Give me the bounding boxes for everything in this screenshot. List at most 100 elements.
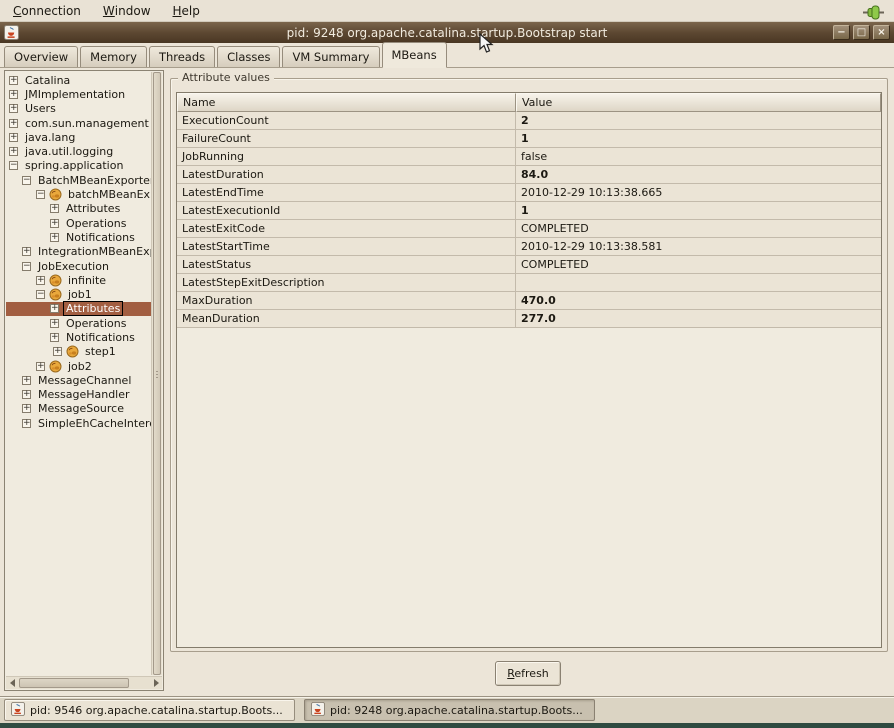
tree-item-label: com.sun.management xyxy=(22,116,151,131)
tree-item-simpleehcacheinterceptor[interactable]: +SimpleEhCacheInterceptor xyxy=(6,416,151,430)
tree-item-messagehandler[interactable]: +MessageHandler xyxy=(6,388,151,402)
table-row: LatestStatusCOMPLETED xyxy=(177,256,881,274)
tab-overview[interactable]: Overview xyxy=(4,46,78,67)
tree-vertical-scrollbar[interactable] xyxy=(151,72,162,675)
attribute-name-cell: LatestStartTime xyxy=(177,238,516,255)
expand-toggle-icon[interactable]: + xyxy=(50,304,59,313)
tree-item-job2[interactable]: +job2 xyxy=(6,359,151,373)
tree-item-users[interactable]: +Users xyxy=(6,102,151,116)
menu-item-window[interactable]: Window xyxy=(92,0,162,21)
attribute-name-cell: LatestDuration xyxy=(177,166,516,183)
vertical-scrollbar-thumb[interactable] xyxy=(153,72,161,675)
close-icon[interactable]: × xyxy=(873,25,890,40)
taskbar-button[interactable]: pid: 9546 org.apache.catalina.startup.Bo… xyxy=(4,699,295,721)
tree-item-integrationmbeanexporter[interactable]: +IntegrationMBeanExporter xyxy=(6,245,151,259)
attribute-values-group: Attribute values Name Value ExecutionCou… xyxy=(170,78,888,652)
collapse-toggle-icon[interactable]: − xyxy=(22,262,31,271)
mbean-icon xyxy=(49,360,62,373)
attribute-value-cell[interactable]: 2 xyxy=(516,112,881,129)
tab-vm-summary[interactable]: VM Summary xyxy=(282,46,379,67)
tree-item-attributes[interactable]: +Attributes xyxy=(6,202,151,216)
tree-item-catalina[interactable]: +Catalina xyxy=(6,73,151,87)
scroll-left-arrow-icon[interactable] xyxy=(6,678,18,688)
horizontal-scrollbar-thumb[interactable] xyxy=(19,678,129,688)
attribute-value-cell[interactable]: 1 xyxy=(516,130,881,147)
attribute-value-cell[interactable]: 277.0 xyxy=(516,310,881,327)
expand-toggle-icon[interactable]: + xyxy=(9,104,18,113)
attribute-value-cell[interactable]: false xyxy=(516,148,881,165)
minimize-icon[interactable]: − xyxy=(833,25,850,40)
tree-item-spring-application[interactable]: −spring.application xyxy=(6,159,151,173)
attribute-value-cell[interactable]: 84.0 xyxy=(516,166,881,183)
expand-toggle-icon[interactable]: + xyxy=(50,319,59,328)
collapse-toggle-icon[interactable]: − xyxy=(9,161,18,170)
collapse-toggle-icon[interactable]: − xyxy=(36,190,45,199)
attribute-value-cell[interactable]: 1 xyxy=(516,202,881,219)
column-header-name[interactable]: Name xyxy=(177,93,516,112)
expand-toggle-icon[interactable]: + xyxy=(9,90,18,99)
menu-item-help[interactable]: Help xyxy=(162,0,211,21)
attribute-value-cell[interactable]: 2010-12-29 10:13:38.665 xyxy=(516,184,881,201)
tree-item-jmimplementation[interactable]: +JMImplementation xyxy=(6,87,151,101)
expand-toggle-icon[interactable]: + xyxy=(9,147,18,156)
tree-item-messagechannel[interactable]: + MessageChannel xyxy=(6,373,151,387)
tab-threads[interactable]: Threads xyxy=(149,46,215,67)
tree-item-com-sun-management[interactable]: + com.sun.management xyxy=(6,116,151,130)
tree-item-operations[interactable]: +Operations xyxy=(6,216,151,230)
taskbar-button[interactable]: pid: 9248 org.apache.catalina.startup.Bo… xyxy=(304,699,595,721)
attribute-value-cell[interactable]: 470.0 xyxy=(516,292,881,309)
attribute-name-cell: MeanDuration xyxy=(177,310,516,327)
refresh-button[interactable]: Refresh xyxy=(495,661,561,686)
tree-item-java-lang[interactable]: +java.lang xyxy=(6,130,151,144)
expand-toggle-icon[interactable]: + xyxy=(50,233,59,242)
tree-item-label: MessageChannel xyxy=(35,373,134,388)
tree-item-messagesource[interactable]: +MessageSource xyxy=(6,402,151,416)
tab-memory[interactable]: Memory xyxy=(80,46,147,67)
expand-toggle-icon[interactable]: + xyxy=(50,333,59,342)
tree-item-attributes[interactable]: + Attributes xyxy=(6,302,151,316)
tree-item-label: java.util.logging xyxy=(22,144,116,159)
tree-item-label: Notifications xyxy=(63,230,138,245)
tree-item-step1[interactable]: +step1 xyxy=(6,345,151,359)
attribute-name-cell: FailureCount xyxy=(177,130,516,147)
tree-item-label: Attributes xyxy=(63,301,123,316)
expand-toggle-icon[interactable]: + xyxy=(36,276,45,285)
tree-item-jobexecution[interactable]: −JobExecution xyxy=(6,259,151,273)
menu-item-connection[interactable]: Connection xyxy=(2,0,92,21)
attribute-value-cell[interactable]: 2010-12-29 10:13:38.581 xyxy=(516,238,881,255)
attribute-value-cell[interactable]: COMPLETED xyxy=(516,220,881,237)
internal-frame-titlebar[interactable]: pid: 9248 org.apache.catalina.startup.Bo… xyxy=(0,22,894,43)
tree-item-notifications[interactable]: +Notifications xyxy=(6,330,151,344)
tree-item-notifications[interactable]: + Notifications xyxy=(6,230,151,244)
attribute-value-cell[interactable]: COMPLETED xyxy=(516,256,881,273)
expand-toggle-icon[interactable]: + xyxy=(50,204,59,213)
tree-item-batchmbeanexporter[interactable]: −batchMBeanExporter xyxy=(6,187,151,201)
table-row: LatestExitCodeCOMPLETED xyxy=(177,220,881,238)
expand-toggle-icon[interactable]: + xyxy=(22,404,31,413)
tree-item-infinite[interactable]: +infinite xyxy=(6,273,151,287)
maximize-icon[interactable]: □ xyxy=(853,25,870,40)
java-app-icon xyxy=(311,702,325,719)
tree-item-job1[interactable]: −job1 xyxy=(6,287,151,301)
expand-toggle-icon[interactable]: + xyxy=(22,247,31,256)
expand-toggle-icon[interactable]: + xyxy=(9,133,18,142)
expand-toggle-icon[interactable]: + xyxy=(22,390,31,399)
attribute-value-cell[interactable] xyxy=(516,274,881,291)
tab-mbeans[interactable]: MBeans xyxy=(382,42,447,68)
expand-toggle-icon[interactable]: + xyxy=(53,347,62,356)
tree-item-batchmbeanexporter[interactable]: −BatchMBeanExporter xyxy=(6,173,151,187)
tab-classes[interactable]: Classes xyxy=(217,46,280,67)
tree-horizontal-scrollbar[interactable] xyxy=(6,676,162,689)
tree-item-operations[interactable]: +Operations xyxy=(6,316,151,330)
expand-toggle-icon[interactable]: + xyxy=(9,76,18,85)
expand-toggle-icon[interactable]: + xyxy=(36,362,45,371)
expand-toggle-icon[interactable]: + xyxy=(9,119,18,128)
expand-toggle-icon[interactable]: + xyxy=(22,376,31,385)
scroll-right-arrow-icon[interactable] xyxy=(150,678,162,688)
collapse-toggle-icon[interactable]: − xyxy=(22,176,31,185)
column-header-value[interactable]: Value xyxy=(516,93,881,112)
expand-toggle-icon[interactable]: + xyxy=(50,219,59,228)
expand-toggle-icon[interactable]: + xyxy=(22,419,31,428)
collapse-toggle-icon[interactable]: − xyxy=(36,290,45,299)
tree-item-java-util-logging[interactable]: + java.util.logging xyxy=(6,144,151,158)
